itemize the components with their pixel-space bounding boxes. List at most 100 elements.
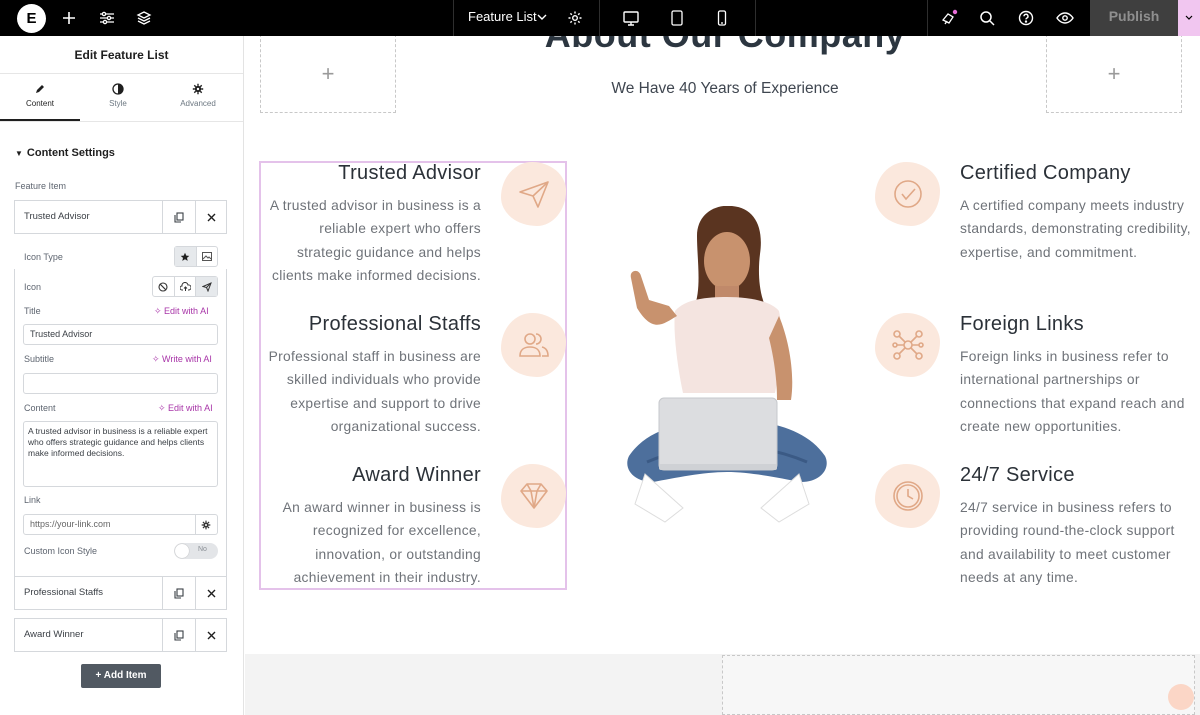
duplicate-icon[interactable] [162, 201, 195, 233]
preview-canvas: + + About Our Company We Have 40 Years o… [245, 36, 1200, 715]
plus-icon: + [1107, 60, 1121, 86]
title-input[interactable]: Trusted Advisor [23, 324, 218, 345]
icon-label: Icon [24, 282, 42, 292]
next-section-column[interactable] [722, 655, 1195, 715]
desktop-icon[interactable] [619, 6, 643, 30]
preview-eye-icon[interactable] [1053, 6, 1077, 30]
content-textarea[interactable]: A trusted advisor in business is a relia… [23, 421, 218, 487]
feature-icon-badge [501, 464, 566, 528]
feature-title: 24/7 Service [960, 464, 1075, 486]
toggle-text: No [198, 546, 207, 553]
tab-advanced[interactable]: Advanced [156, 74, 240, 121]
tab-label: Advanced [180, 99, 216, 108]
feature-title: Foreign Links [960, 313, 1084, 335]
link-options-gear-icon[interactable] [195, 514, 218, 535]
close-icon[interactable] [195, 577, 227, 609]
chevron-down-icon[interactable] [536, 10, 548, 28]
page-heading: About Our Company [490, 36, 960, 56]
sliders-icon[interactable] [95, 6, 119, 30]
feature-title: Certified Company [960, 162, 1131, 184]
star-icon[interactable] [175, 247, 197, 266]
tab-style[interactable]: Style [80, 74, 156, 121]
title-label: Title [24, 306, 41, 316]
upload-icon[interactable] [175, 277, 197, 296]
repeater-item-title: Professional Staffs [24, 587, 104, 598]
document-name[interactable]: Feature List [468, 0, 537, 36]
close-icon[interactable] [195, 619, 227, 651]
add-item-button[interactable]: + Add Item [81, 664, 161, 688]
add-widget-dropzone[interactable]: + [1046, 36, 1182, 113]
edit-with-ai-link[interactable]: ✧ Edit with AI [158, 403, 213, 414]
woman-with-laptop-image [627, 206, 827, 523]
add-icon[interactable] [57, 6, 81, 30]
plus-icon: + [321, 60, 335, 86]
link-input[interactable]: https://your-link.com [23, 514, 196, 535]
layers-icon[interactable] [132, 6, 156, 30]
link-label: Link [24, 495, 41, 505]
custom-icon-style-toggle[interactable]: No [174, 543, 218, 559]
diamond-icon [519, 483, 548, 509]
separator [755, 0, 756, 36]
feature-icon-badge [875, 464, 940, 528]
network-icon [891, 330, 924, 360]
feature-body: A certified company meets industry stand… [960, 198, 1191, 260]
elementor-logo[interactable]: E [17, 4, 46, 33]
pencil-icon [36, 85, 44, 93]
duplicate-icon[interactable] [162, 619, 195, 651]
repeater-item-title: Trusted Advisor [24, 211, 90, 222]
edit-with-ai-link[interactable]: ✧ Edit with AI [154, 306, 209, 317]
add-widget-dropzone[interactable]: + [260, 36, 396, 113]
mobile-icon[interactable] [710, 6, 734, 30]
write-with-ai-link[interactable]: ✧ Write with AI [152, 354, 212, 365]
publish-options-button[interactable] [1178, 0, 1200, 36]
feature-body: Foreign links in business refer to inter… [960, 349, 1185, 434]
close-icon[interactable] [195, 201, 227, 233]
tab-label: Style [109, 99, 127, 108]
caret-down-icon [1185, 15, 1193, 20]
repeater-item[interactable]: Trusted Advisor [14, 200, 227, 234]
gear-icon [192, 83, 204, 95]
clock-icon [892, 481, 923, 511]
repeater-item[interactable]: Professional Staffs [14, 576, 227, 610]
settings-icon[interactable] [563, 6, 587, 30]
feature-icon-badge [875, 162, 940, 226]
ai-link-text: Write with AI [162, 354, 212, 364]
plus-icon: + [95, 670, 104, 681]
section-header[interactable]: ▼ Content Settings [15, 147, 115, 159]
feature-body: Professional staff in business are skill… [268, 349, 481, 434]
image-icon[interactable] [197, 247, 218, 266]
section-title: Content Settings [26, 147, 115, 159]
tabs-divider [0, 121, 243, 122]
check-circle-icon [893, 180, 922, 208]
icon-picker[interactable] [152, 276, 218, 297]
feature-icon-badge [501, 162, 566, 226]
subtitle-input[interactable] [23, 373, 218, 394]
repeater-item[interactable]: Award Winner [14, 618, 227, 652]
icon-type-choice[interactable] [174, 246, 218, 267]
ai-link-text: Edit with AI [164, 306, 209, 316]
repeater-item-title: Award Winner [24, 629, 84, 640]
notification-icon[interactable] [937, 6, 961, 30]
caret-down-icon: ▼ [15, 149, 23, 158]
top-bar: E Feature List Publish [0, 0, 1200, 36]
feature-body: An award winner in business is recognize… [282, 500, 481, 585]
tablet-icon[interactable] [665, 6, 689, 30]
paper-plane-icon [518, 181, 549, 208]
publish-button[interactable]: Publish [1090, 0, 1178, 36]
duplicate-icon[interactable] [162, 577, 195, 609]
page-subheading: We Have 40 Years of Experience [611, 80, 839, 97]
feature-icon-badge [875, 313, 940, 377]
search-icon[interactable] [975, 6, 999, 30]
tab-label: Content [25, 99, 55, 108]
content-label: Content [24, 403, 56, 413]
paper-plane-icon[interactable] [196, 277, 218, 296]
floating-action-button[interactable] [1168, 684, 1194, 710]
custom-icon-style-label: Custom Icon Style [24, 546, 98, 556]
feature-icon-badge [501, 313, 566, 377]
no-icon[interactable] [153, 277, 175, 296]
separator [599, 0, 600, 36]
help-icon[interactable] [1014, 6, 1038, 30]
tab-content[interactable]: Content [0, 74, 80, 121]
separator [453, 0, 454, 36]
users-icon [518, 333, 549, 357]
